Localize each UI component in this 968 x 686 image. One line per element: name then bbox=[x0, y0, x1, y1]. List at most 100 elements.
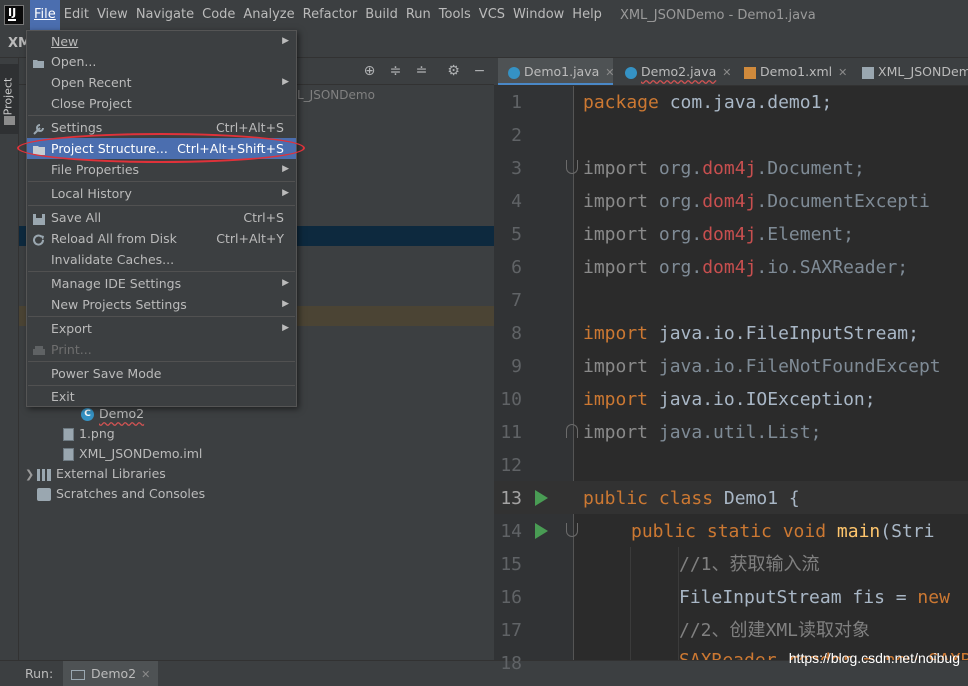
menu-help[interactable]: Help bbox=[568, 0, 606, 30]
menu-file[interactable]: File bbox=[30, 0, 60, 30]
menu-window[interactable]: Window bbox=[509, 0, 568, 30]
tab-demo1-java[interactable]: Demo1.java ✕ bbox=[498, 58, 614, 85]
wrench-icon bbox=[32, 121, 46, 135]
line-number: 12 bbox=[500, 455, 522, 476]
menu-item-close-project[interactable]: Close Project bbox=[27, 93, 296, 114]
line-number: 4 bbox=[511, 191, 522, 212]
menu-edit[interactable]: Edit bbox=[60, 0, 93, 30]
submenu-arrow-icon: ▶ bbox=[282, 188, 289, 198]
menu-build[interactable]: Build bbox=[361, 0, 402, 30]
module-file-icon bbox=[862, 66, 874, 79]
save-icon bbox=[32, 211, 46, 225]
menu-separator bbox=[28, 115, 295, 116]
submenu-arrow-icon: ▶ bbox=[282, 36, 289, 46]
project-path-hint: L_JSONDemo bbox=[297, 88, 375, 102]
code-line-14: public static void main(Stri bbox=[631, 521, 935, 542]
menu-item-new-projects-settings[interactable]: New Projects Settings ▶ bbox=[27, 294, 296, 315]
menu-item-settings[interactable]: Settings Ctrl+Alt+S bbox=[27, 117, 296, 138]
file-menu-dropdown: New ▶ Open... Open Recent ▶ Close Project … bbox=[26, 30, 297, 407]
menu-item-power-save-mode[interactable]: Power Save Mode bbox=[27, 363, 296, 384]
menu-item-new[interactable]: New ▶ bbox=[27, 31, 296, 52]
code-line-6: import org.dom4j.io.SAXReader; bbox=[583, 257, 909, 278]
menu-item-print: Print... bbox=[27, 339, 296, 360]
menu-vcs[interactable]: VCS bbox=[475, 0, 509, 30]
close-icon[interactable]: ✕ bbox=[722, 66, 731, 79]
menu-run[interactable]: Run bbox=[402, 0, 435, 30]
menu-tools[interactable]: Tools bbox=[435, 0, 475, 30]
line-number: 16 bbox=[500, 587, 522, 608]
expand-all-icon[interactable]: ≑ bbox=[387, 63, 404, 80]
menu-view[interactable]: View bbox=[93, 0, 132, 30]
menu-item-open[interactable]: Open... bbox=[27, 51, 296, 72]
menu-item-local-history[interactable]: Local History ▶ bbox=[27, 183, 296, 204]
menu-separator bbox=[28, 205, 295, 206]
menu-item-reload-all[interactable]: Reload All from Disk Ctrl+Alt+Y bbox=[27, 228, 296, 249]
intellij-logo-icon: IJ bbox=[4, 5, 24, 25]
module-file-icon bbox=[63, 448, 74, 461]
run-class-icon[interactable] bbox=[535, 490, 548, 506]
locate-target-icon[interactable]: ⊕ bbox=[361, 63, 378, 80]
menu-item-open-recent[interactable]: Open Recent ▶ bbox=[27, 72, 296, 93]
line-number: 7 bbox=[511, 290, 522, 311]
line-number: 2 bbox=[511, 125, 522, 146]
tab-demo1-xml[interactable]: Demo1.xml ✕ bbox=[734, 58, 850, 85]
refresh-icon bbox=[32, 232, 46, 246]
code-line-16: FileInputStream fis = new bbox=[679, 587, 950, 608]
code-line-5: import org.dom4j.Element; bbox=[583, 224, 854, 245]
menu-item-invalidate-caches[interactable]: Invalidate Caches... bbox=[27, 249, 296, 270]
code-line-10: import java.io.IOException; bbox=[583, 389, 876, 410]
gear-icon[interactable]: ⚙ bbox=[445, 63, 462, 80]
menu-separator bbox=[28, 316, 295, 317]
close-icon[interactable]: ✕ bbox=[838, 66, 847, 79]
tree-item-scratches[interactable]: Scratches and Consoles bbox=[37, 484, 205, 504]
java-class-icon bbox=[508, 66, 520, 79]
fold-marker-icon[interactable] bbox=[566, 160, 578, 174]
close-icon[interactable]: ✕ bbox=[141, 668, 150, 681]
menu-item-save-all[interactable]: Save All Ctrl+S bbox=[27, 207, 296, 228]
chevron-right-icon[interactable]: ❯ bbox=[25, 465, 37, 485]
tab-module-file[interactable]: XML_JSONDemo bbox=[852, 58, 968, 85]
submenu-arrow-icon: ▶ bbox=[282, 77, 289, 87]
hide-icon[interactable]: − bbox=[471, 63, 488, 80]
line-number: 8 bbox=[511, 323, 522, 344]
run-config-icon bbox=[71, 669, 85, 680]
fold-marker-icon[interactable] bbox=[566, 424, 578, 438]
collapse-all-icon[interactable]: ≐ bbox=[413, 63, 430, 80]
menu-refactor[interactable]: Refactor bbox=[299, 0, 362, 30]
watermark-text: https://blog.csdn.net/noibug bbox=[788, 650, 960, 666]
scratch-icon bbox=[37, 488, 51, 501]
printer-icon bbox=[32, 343, 46, 356]
run-tab-demo2[interactable]: Demo2 ✕ bbox=[63, 661, 159, 686]
tree-item-iml[interactable]: XML_JSONDemo.iml bbox=[63, 444, 202, 464]
menu-item-file-properties[interactable]: File Properties ▶ bbox=[27, 159, 296, 180]
menu-item-manage-ide-settings[interactable]: Manage IDE Settings ▶ bbox=[27, 273, 296, 294]
tree-item-demo2[interactable]: C Demo2 bbox=[81, 404, 144, 424]
menu-navigate[interactable]: Navigate bbox=[132, 0, 198, 30]
menu-separator bbox=[28, 361, 295, 362]
code-line-4: import org.dom4j.DocumentExcepti bbox=[583, 191, 930, 212]
tree-item-png[interactable]: 1.png bbox=[63, 424, 115, 444]
code-line-11: import java.util.List; bbox=[583, 422, 822, 443]
open-folder-icon bbox=[32, 55, 46, 68]
run-main-icon[interactable] bbox=[535, 523, 548, 539]
menu-code[interactable]: Code bbox=[198, 0, 239, 30]
tree-item-external-libraries[interactable]: ❯ External Libraries bbox=[25, 464, 166, 484]
menu-item-project-structure[interactable]: Project Structure... Ctrl+Alt+Shift+S bbox=[27, 138, 296, 159]
line-number: 14 bbox=[500, 521, 522, 542]
line-number: 11 bbox=[500, 422, 522, 443]
run-label: Run: bbox=[25, 666, 54, 681]
line-number: 3 bbox=[511, 158, 522, 179]
left-tool-strip: Project bbox=[0, 58, 19, 660]
menu-item-export[interactable]: Export ▶ bbox=[27, 318, 296, 339]
tab-demo2-java[interactable]: Demo2.java ✕ bbox=[615, 58, 732, 85]
editor-tab-bar: Demo1.java ✕ Demo2.java ✕ Demo1.xml ✕ XML_J… bbox=[494, 58, 968, 86]
code-line-8: import java.io.FileInputStream; bbox=[583, 323, 919, 344]
close-icon[interactable]: ✕ bbox=[605, 66, 614, 79]
project-tool-tab[interactable]: Project bbox=[0, 64, 19, 134]
menu-separator bbox=[28, 271, 295, 272]
menu-item-exit[interactable]: Exit bbox=[27, 386, 296, 407]
fold-marker-icon[interactable] bbox=[566, 523, 578, 537]
menu-analyze[interactable]: Analyze bbox=[239, 0, 298, 30]
image-file-icon bbox=[63, 428, 74, 441]
submenu-arrow-icon: ▶ bbox=[282, 164, 289, 174]
